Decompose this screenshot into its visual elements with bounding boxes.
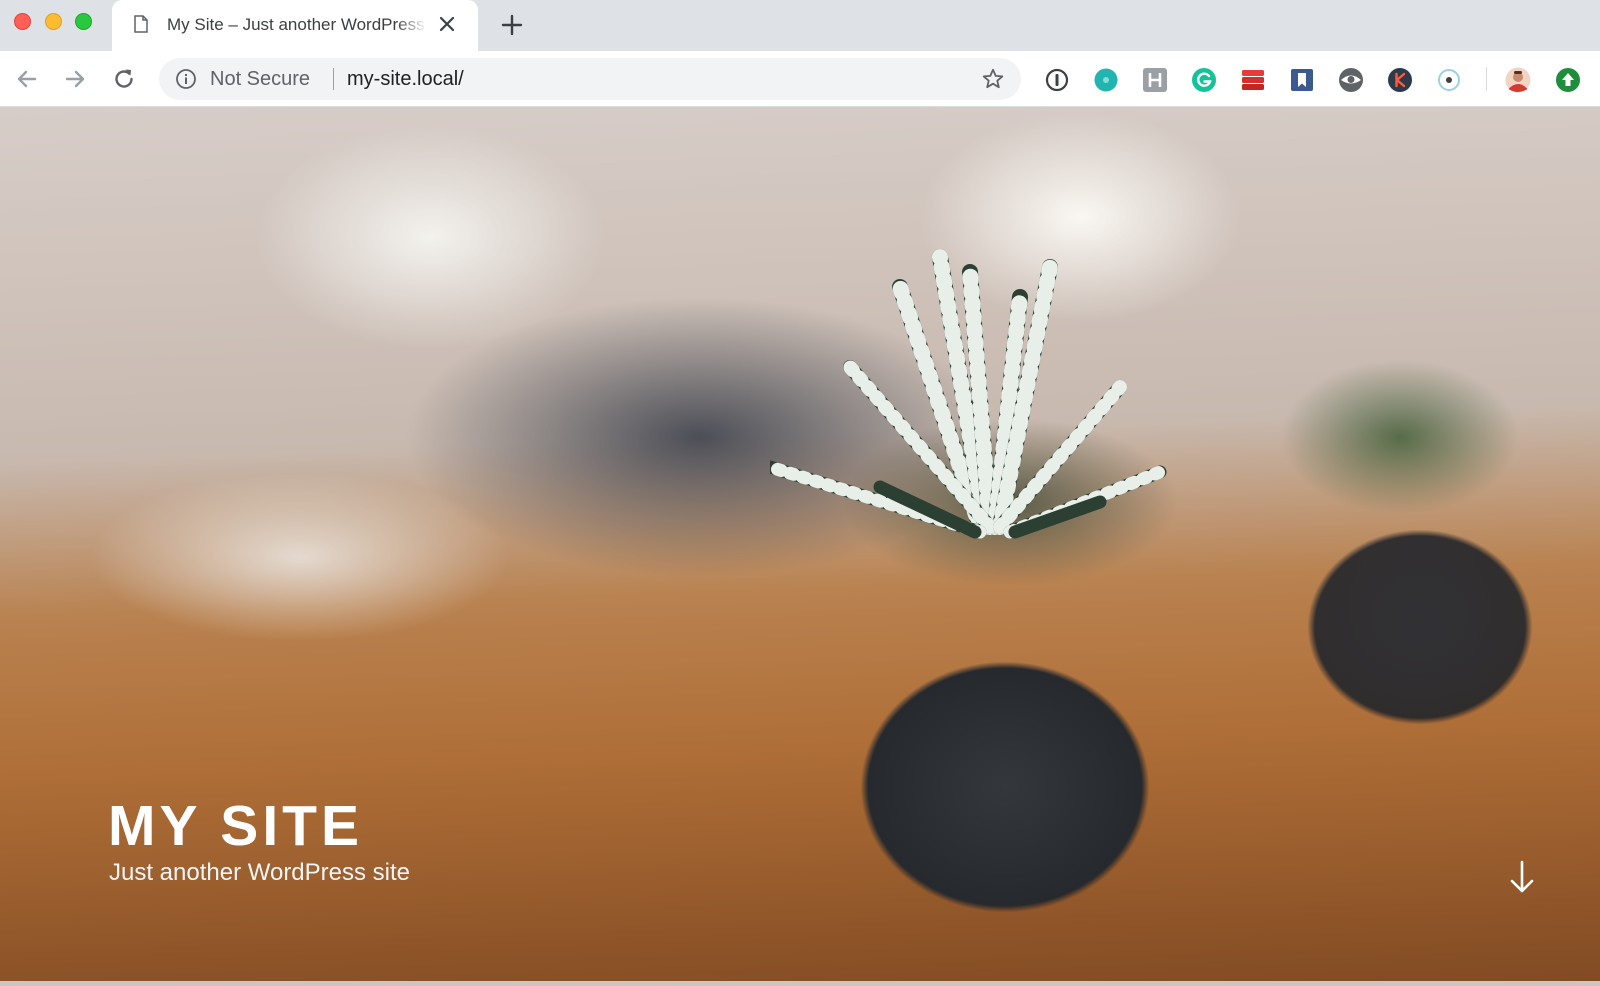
red-stack-icon[interactable] (1240, 67, 1266, 93)
site-title[interactable]: MY SITE (108, 793, 363, 859)
address-bar[interactable]: Not Secure my-site.local/ (159, 58, 1021, 100)
info-icon[interactable] (175, 68, 197, 90)
close-window-button[interactable] (14, 13, 31, 30)
address-separator (333, 68, 334, 90)
url-text[interactable]: my-site.local/ (347, 68, 464, 91)
toolbar-divider (1486, 67, 1487, 91)
hero-section: MY SITE Just another WordPress site (0, 107, 1600, 981)
bookmark-star-icon[interactable] (981, 67, 1005, 91)
tab-title: My Site – Just another WordPress site (167, 15, 427, 34)
arrow-down-icon[interactable] (1508, 859, 1536, 895)
forward-arrow-icon[interactable] (61, 65, 89, 93)
close-tab-icon[interactable] (436, 13, 458, 35)
browser-toolbar: Not Secure my-site.local/ (0, 51, 1600, 107)
profile-avatar[interactable] (1505, 67, 1531, 93)
window-bottom-edge (0, 981, 1600, 986)
reload-icon[interactable] (110, 65, 138, 93)
eye-icon[interactable] (1338, 67, 1364, 93)
security-label[interactable]: Not Secure (210, 68, 310, 91)
target-icon[interactable] (1436, 67, 1462, 93)
k-icon[interactable] (1387, 67, 1413, 93)
document-icon (134, 15, 148, 33)
new-tab-icon[interactable] (500, 13, 524, 37)
tab-strip: My Site – Just another WordPress site (0, 0, 1600, 51)
bookmark-icon[interactable] (1289, 67, 1315, 93)
1password-icon[interactable] (1044, 67, 1070, 93)
succulent-plant-image (770, 249, 1167, 539)
grammarly-icon[interactable] (1191, 67, 1217, 93)
site-tagline: Just another WordPress site (109, 859, 411, 886)
browser-tab[interactable]: My Site – Just another WordPress site (112, 0, 478, 51)
back-arrow-icon[interactable] (13, 65, 41, 93)
h-icon[interactable] (1142, 67, 1168, 93)
teal-circle-icon[interactable] (1093, 67, 1119, 93)
update-arrow-icon[interactable] (1555, 67, 1581, 93)
minimize-window-button[interactable] (45, 13, 62, 30)
zoom-window-button[interactable] (75, 13, 92, 30)
